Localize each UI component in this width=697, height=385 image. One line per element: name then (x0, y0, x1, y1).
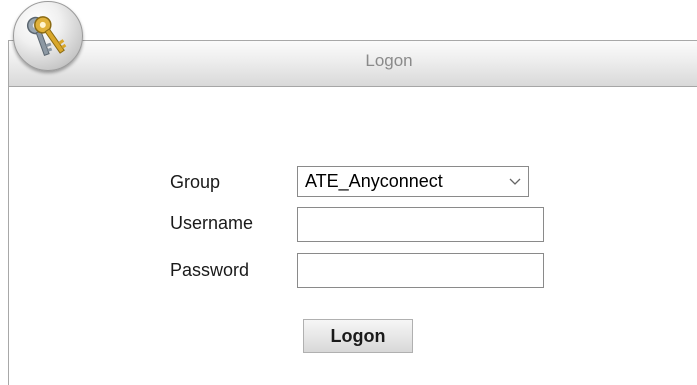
group-select[interactable]: ATE_Anyconnect (297, 166, 529, 197)
username-label: Username (170, 213, 254, 233)
password-label: Password (170, 260, 250, 280)
group-select-value: ATE_Anyconnect (305, 171, 443, 191)
group-label: Group (170, 172, 221, 192)
logon-button[interactable]: Logon (303, 319, 413, 353)
username-input[interactable] (297, 207, 544, 242)
logon-form: Group ATE_Anyconnect Username Password L… (0, 0, 697, 379)
chevron-down-icon (508, 167, 522, 206)
password-input[interactable] (297, 253, 544, 288)
